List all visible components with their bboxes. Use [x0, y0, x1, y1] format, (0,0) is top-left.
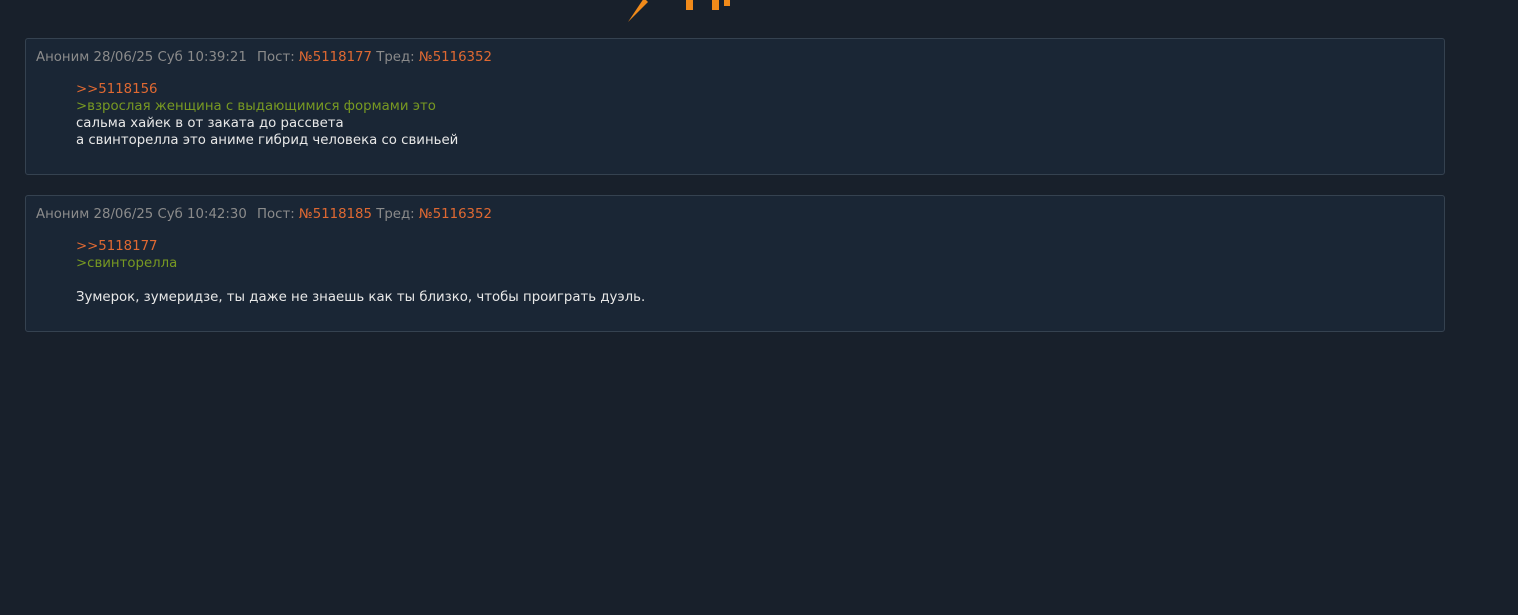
reply-link[interactable]: >>5118177 — [76, 238, 1434, 255]
post-date: 28/06/25 Суб 10:42:30 — [93, 207, 247, 222]
thread-label: Тред: — [376, 50, 415, 65]
post-author: Аноним — [36, 207, 90, 222]
post-header: Аноним 28/06/25 Суб 10:39:21 Пост: №5118… — [36, 49, 1434, 67]
post-number-link[interactable]: №5118177 — [299, 50, 372, 65]
post: Аноним 28/06/25 Суб 10:39:21 Пост: №5118… — [25, 38, 1445, 175]
site-logo-icon[interactable] — [620, 0, 750, 26]
post-date: 28/06/25 Суб 10:39:21 — [93, 50, 247, 65]
post: Аноним 28/06/25 Суб 10:42:30 Пост: №5118… — [25, 195, 1445, 332]
post-text-line: сальма хайек в от заката до рассвета — [76, 116, 344, 131]
greentext-quote: >свинторелла — [76, 256, 178, 271]
post-number-link[interactable]: №5118185 — [299, 207, 372, 222]
logo-letter-tail — [724, 0, 730, 6]
logo-letter-right-stroke — [712, 0, 719, 10]
greentext-quote: >взрослая женщина с выдающимися формами … — [76, 99, 436, 114]
post-label: Пост: — [257, 50, 295, 65]
reply-link[interactable]: >>5118156 — [76, 81, 1434, 98]
thread-posts: Аноним 28/06/25 Суб 10:39:21 Пост: №5118… — [25, 38, 1445, 352]
post-label: Пост: — [257, 207, 295, 222]
post-author: Аноним — [36, 50, 90, 65]
post-body: >>5118156 >взрослая женщина с выдающимис… — [76, 81, 1434, 149]
post-header: Аноним 28/06/25 Суб 10:42:30 Пост: №5118… — [36, 206, 1434, 224]
logo-slash-shape — [628, 0, 648, 22]
post-text-line: Зумерок, зумеридзе, ты даже не знаешь ка… — [76, 290, 646, 305]
thread-label: Тред: — [376, 207, 415, 222]
post-text-line: а свинторелла это аниме гибрид человека … — [76, 133, 459, 148]
post-body: >>5118177 >свинторелла Зумерок, зумеридз… — [76, 238, 1434, 306]
thread-number-link[interactable]: №5116352 — [419, 50, 492, 65]
logo-letter-left-stroke — [686, 0, 693, 10]
thread-number-link[interactable]: №5116352 — [419, 207, 492, 222]
